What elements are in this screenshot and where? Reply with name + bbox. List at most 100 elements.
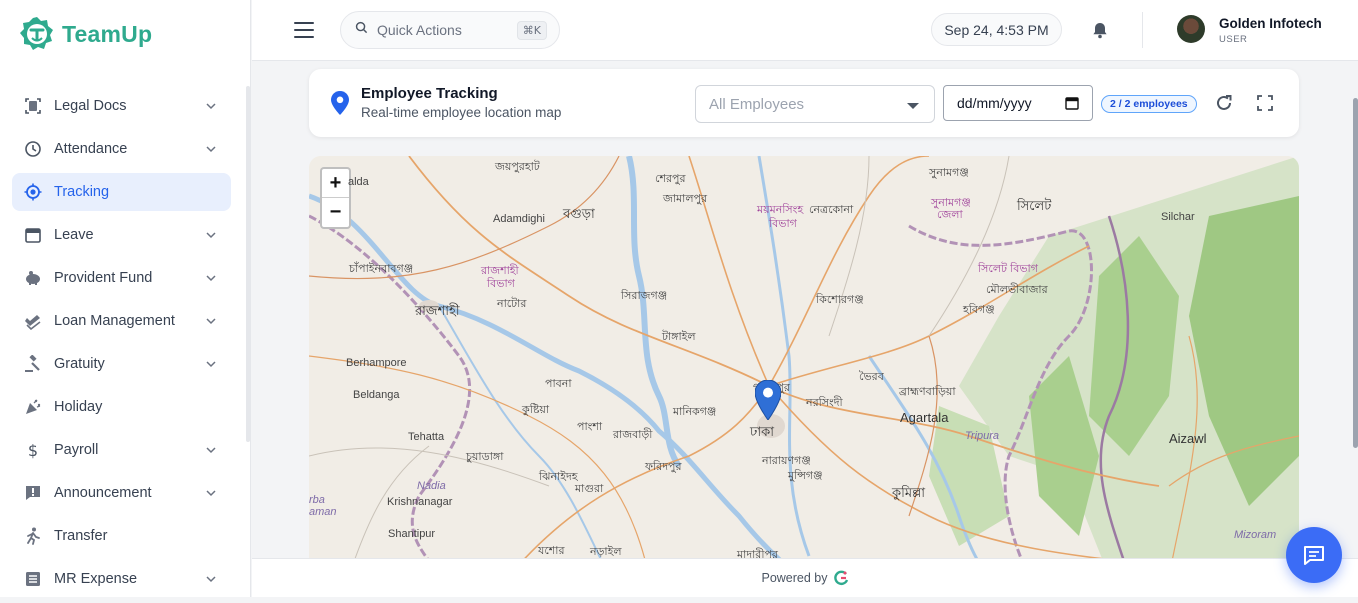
- app-logo[interactable]: TeamUp: [18, 14, 152, 54]
- menu-toggle-icon[interactable]: [294, 20, 314, 40]
- employee-filter-select[interactable]: All Employees: [695, 85, 935, 123]
- map-place-label: কিশোরগঞ্জ: [816, 294, 864, 306]
- map-place-label: বিভাগ: [769, 218, 797, 230]
- sidebar-item-label: Announcement: [54, 485, 152, 501]
- page-scrollbar[interactable]: [1353, 98, 1358, 448]
- map-place-label: Shantipur: [388, 528, 436, 540]
- piggy-bank-icon: [24, 269, 42, 287]
- chevron-down-icon: [203, 227, 219, 243]
- map-place-label: Tehatta: [408, 431, 445, 443]
- map-place-label: চুয়াডাঙ্গা: [466, 451, 504, 463]
- map-place-label: পাবনা: [545, 378, 572, 390]
- map-place-label: রাজশাহী: [415, 303, 460, 318]
- header-divider: [1142, 12, 1143, 48]
- top-header: Quick Actions ⌘K Sep 24, 4:53 PM Golden …: [252, 0, 1358, 61]
- clock-icon: [24, 140, 42, 158]
- map-place-label: সিরাজগঞ্জ: [621, 290, 668, 302]
- user-name[interactable]: Golden Infotech: [1219, 16, 1322, 31]
- map-place-label: মাদারীপুর: [737, 549, 778, 558]
- sidebar-item-label: Leave: [54, 227, 94, 243]
- powered-by-logo-icon: [833, 570, 848, 586]
- map-place-label: Nadia: [417, 480, 446, 492]
- zoom-out-button[interactable]: −: [322, 198, 349, 227]
- map-place-label: Krishnanagar: [387, 496, 453, 508]
- sidebar-item-attendance[interactable]: Attendance: [12, 130, 231, 168]
- loan-hand-icon: [24, 312, 42, 330]
- sidebar-item-label: Transfer: [54, 528, 108, 544]
- map-place-label: rba: [309, 494, 325, 506]
- calendar-icon[interactable]: [1065, 96, 1079, 110]
- sidebar-item-label: Gratuity: [54, 356, 105, 372]
- party-popper-icon: [24, 398, 42, 416]
- map-place-label: Mizoram: [1234, 529, 1277, 541]
- sidebar-item-gratuity[interactable]: Gratuity: [12, 345, 231, 383]
- chevron-down-icon: [907, 103, 919, 109]
- chevron-down-icon: [203, 141, 219, 157]
- sidebar-item-label: Provident Fund: [54, 270, 153, 286]
- map-place-label: রাজবাড়ী: [613, 429, 653, 441]
- footer: Powered by: [252, 558, 1358, 597]
- map-place-label: নাটোর: [497, 298, 527, 310]
- refresh-icon[interactable]: [1214, 93, 1234, 113]
- chevron-down-icon: [203, 313, 219, 329]
- map-place-label: টাঙ্গাইল: [662, 331, 696, 343]
- date-filter-placeholder: dd/mm/yyyy: [957, 95, 1032, 111]
- announcement-icon: [24, 484, 42, 502]
- sidebar-item-announcement[interactable]: Announcement: [12, 474, 231, 512]
- teamup-logo-icon: [18, 15, 56, 53]
- page-title: Employee Tracking: [361, 85, 498, 102]
- quick-actions-search[interactable]: Quick Actions ⌘K: [340, 11, 560, 49]
- map-place-label: হবিগঞ্জ: [963, 304, 995, 316]
- map-place-label: বিভাগ: [487, 278, 515, 290]
- dollar-icon: $: [24, 441, 42, 459]
- map-place-label: নরসিংদী: [806, 397, 843, 409]
- employee-location-marker[interactable]: [755, 380, 781, 420]
- map-place-label: ভৈরব: [859, 371, 884, 383]
- sidebar-item-tracking[interactable]: Tracking: [12, 173, 231, 211]
- sidebar-item-payroll[interactable]: $ Payroll: [12, 431, 231, 469]
- bell-icon[interactable]: [1090, 20, 1110, 40]
- chevron-down-icon: [203, 571, 219, 587]
- sidebar-item-transfer[interactable]: Transfer: [12, 517, 231, 555]
- map-place-label: ব্রাহ্মণবাড়িয়া: [899, 386, 956, 398]
- sidebar-item-label: Payroll: [54, 442, 99, 458]
- sidebar-item-legal-docs[interactable]: Legal Docs: [12, 87, 231, 125]
- map-place-label: বগুড়া: [563, 206, 595, 221]
- sidebar-scrollbar[interactable]: [246, 86, 250, 442]
- svg-text:$: $: [28, 441, 38, 459]
- chevron-down-icon: [203, 98, 219, 114]
- tracking-header-card: Employee Tracking Real-time employee loc…: [309, 69, 1299, 137]
- quick-actions-placeholder: Quick Actions: [377, 22, 462, 38]
- tracking-map[interactable]: + − জয়পুরহাট শেরপুর জামালপুর ময়মনসিংহ বিভা…: [309, 156, 1299, 558]
- sidebar-item-provident-fund[interactable]: Provident Fund: [12, 259, 231, 297]
- avatar[interactable]: [1177, 15, 1205, 43]
- employee-count-badge: 2 / 2 employees: [1101, 95, 1197, 113]
- map-place-label: পাংশা: [577, 421, 603, 433]
- page-subtitle: Real-time employee location map: [361, 105, 562, 120]
- zoom-in-button[interactable]: +: [322, 169, 349, 198]
- user-role: USER: [1219, 34, 1248, 45]
- map-place-label: জামালপুর: [663, 193, 708, 205]
- map-place-label: Beldanga: [353, 389, 400, 401]
- map-place-label: মাগুরা: [575, 483, 604, 495]
- sidebar-item-mr-expense[interactable]: MR Expense: [12, 560, 231, 598]
- chevron-down-icon: [203, 442, 219, 458]
- map-place-label: ঢাকা: [750, 424, 774, 439]
- date-filter-input[interactable]: dd/mm/yyyy: [943, 85, 1093, 121]
- sidebar-item-label: Loan Management: [54, 313, 175, 329]
- zoom-controls: + −: [320, 167, 351, 229]
- sidebar-item-loan-management[interactable]: Loan Management: [12, 302, 231, 340]
- map-place-label: সিলেট: [1017, 198, 1052, 213]
- map-place-label: নড়াইল: [590, 546, 622, 558]
- chat-icon: [1304, 546, 1324, 565]
- sidebar-item-holiday[interactable]: Holiday: [12, 388, 231, 426]
- map-place-label: Adamdighi: [493, 213, 545, 225]
- shortcut-badge: ⌘K: [516, 20, 547, 40]
- map-place-label: যশোর: [538, 545, 565, 557]
- sidebar-item-leave[interactable]: Leave: [12, 216, 231, 254]
- fullscreen-icon[interactable]: [1257, 95, 1273, 111]
- document-scan-icon: [24, 97, 42, 115]
- walking-icon: [24, 527, 42, 545]
- chat-support-button[interactable]: [1286, 527, 1342, 583]
- map-base-layer: [309, 156, 1299, 558]
